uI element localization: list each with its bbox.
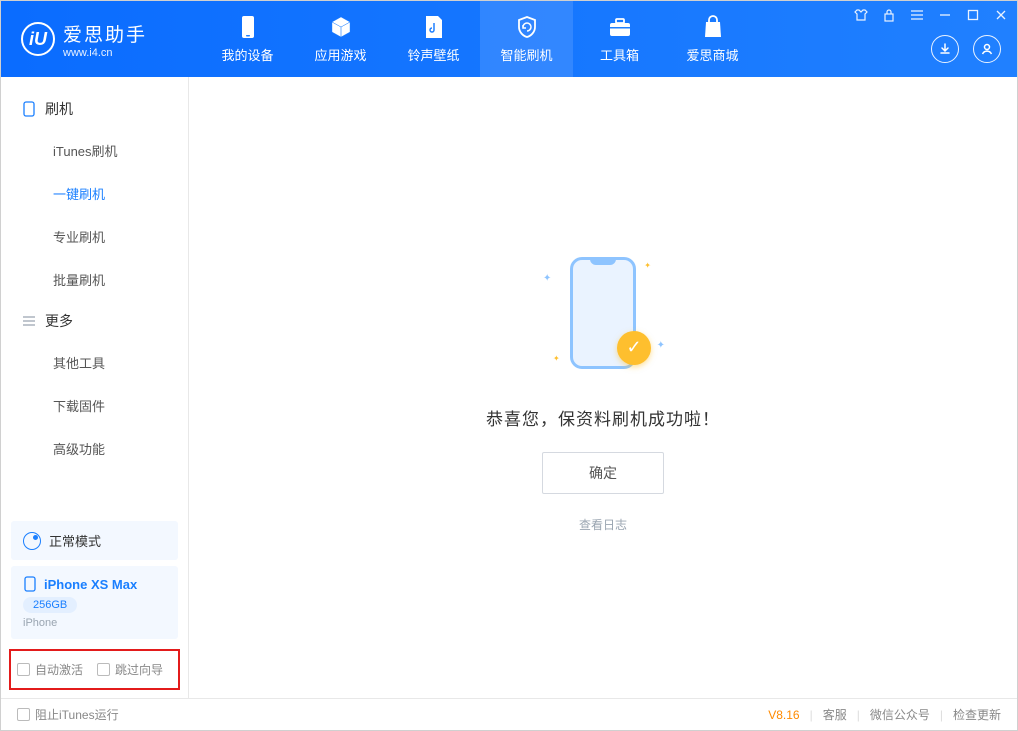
sparkle-icon: ✦: [543, 273, 551, 284]
normal-mode-icon: [23, 532, 41, 550]
tab-label: 工具箱: [600, 45, 639, 64]
tab-apps-games[interactable]: 应用游戏: [294, 1, 387, 77]
device-name-row: iPhone XS Max: [23, 576, 166, 592]
footer-right: V8.16 | 客服 | 微信公众号 | 检查更新: [768, 706, 1001, 723]
sparkle-icon: ✦: [644, 261, 651, 270]
flash-options-row: 自动激活 跳过向导: [9, 649, 180, 690]
app-url: www.i4.cn: [63, 47, 147, 59]
phone-flash-icon: [21, 101, 37, 117]
minimize-icon[interactable]: [937, 7, 953, 23]
sidebar-item-advanced[interactable]: 高级功能: [1, 427, 188, 470]
tab-store[interactable]: 爱思商城: [666, 1, 759, 77]
sidebar-list: 刷机 iTunes刷机 一键刷机 专业刷机 批量刷机 更多 其他工具 下载固件 …: [1, 77, 188, 521]
cube-icon: [329, 15, 353, 39]
tab-ringtone-wallpaper[interactable]: 铃声壁纸: [387, 1, 480, 77]
main-content: ✦ ✦ ✦ ✦ ✓ 恭喜您，保资料刷机成功啦！ 确定 查看日志: [189, 77, 1017, 698]
success-message: 恭喜您，保资料刷机成功啦！: [486, 405, 720, 430]
check-update-link[interactable]: 检查更新: [953, 706, 1001, 723]
checkbox-icon: [17, 708, 30, 721]
device-storage-badge: 256GB: [23, 597, 77, 613]
device-icon: [236, 15, 260, 39]
version-label: V8.16: [768, 708, 799, 722]
divider: |: [857, 708, 860, 722]
logo-area: iU 爱思助手 www.i4.cn: [1, 20, 201, 59]
tab-smart-flash[interactable]: 智能刷机: [480, 1, 573, 77]
nav-tabs: 我的设备 应用游戏 铃声壁纸 智能刷机 工具箱 爱思商城: [201, 1, 759, 77]
shopping-bag-icon: [701, 15, 725, 39]
checkmark-badge-icon: ✓: [617, 331, 651, 365]
shield-refresh-icon: [515, 15, 539, 39]
ok-button[interactable]: 确定: [542, 452, 664, 494]
header-right-icons: [931, 35, 1001, 63]
sidebar-item-onekey-flash[interactable]: 一键刷机: [1, 172, 188, 215]
support-link[interactable]: 客服: [823, 706, 847, 723]
device-type: iPhone: [23, 617, 166, 629]
group-title: 刷机: [45, 99, 73, 119]
device-mode-row[interactable]: 正常模式: [11, 521, 178, 560]
app-header: iU 爱思助手 www.i4.cn 我的设备 应用游戏 铃声壁纸 智能刷机 工具…: [1, 1, 1017, 77]
sidebar-item-download-firmware[interactable]: 下载固件: [1, 384, 188, 427]
body-area: 刷机 iTunes刷机 一键刷机 专业刷机 批量刷机 更多 其他工具 下载固件 …: [1, 77, 1017, 698]
user-icon[interactable]: [973, 35, 1001, 63]
device-row[interactable]: iPhone XS Max 256GB iPhone: [11, 566, 178, 639]
group-title: 更多: [45, 311, 73, 331]
checkbox-block-itunes[interactable]: 阻止iTunes运行: [17, 706, 119, 723]
checkbox-label: 跳过向导: [115, 661, 163, 678]
view-log-link[interactable]: 查看日志: [579, 516, 627, 533]
toolbox-icon: [608, 15, 632, 39]
divider: |: [810, 708, 813, 722]
menu-icon[interactable]: [909, 7, 925, 23]
tab-my-device[interactable]: 我的设备: [201, 1, 294, 77]
device-name: iPhone XS Max: [44, 577, 137, 592]
tab-label: 爱思商城: [686, 45, 738, 64]
wechat-link[interactable]: 微信公众号: [870, 706, 930, 723]
sidebar-group-flash: 刷机: [1, 89, 188, 129]
sparkle-icon: ✦: [553, 354, 560, 363]
footer: 阻止iTunes运行 V8.16 | 客服 | 微信公众号 | 检查更新: [1, 698, 1017, 730]
sidebar-item-pro-flash[interactable]: 专业刷机: [1, 215, 188, 258]
checkbox-icon: [17, 663, 30, 676]
checkbox-label: 阻止iTunes运行: [35, 706, 119, 723]
tab-label: 铃声壁纸: [407, 45, 459, 64]
checkbox-auto-activate[interactable]: 自动激活: [17, 661, 83, 678]
sparkle-icon: ✦: [657, 340, 665, 351]
sidebar: 刷机 iTunes刷机 一键刷机 专业刷机 批量刷机 更多 其他工具 下载固件 …: [1, 77, 189, 698]
tab-label: 智能刷机: [500, 45, 552, 64]
footer-left: 阻止iTunes运行: [17, 706, 119, 723]
device-mode-label: 正常模式: [49, 531, 101, 550]
checkbox-label: 自动激活: [35, 661, 83, 678]
window-controls: [853, 7, 1009, 23]
phone-icon: [23, 576, 37, 592]
sidebar-item-other-tools[interactable]: 其他工具: [1, 341, 188, 384]
logo-text: 爱思助手 www.i4.cn: [63, 20, 147, 59]
close-icon[interactable]: [993, 7, 1009, 23]
shirt-icon[interactable]: [853, 7, 869, 23]
sidebar-item-batch-flash[interactable]: 批量刷机: [1, 258, 188, 301]
more-icon: [21, 313, 37, 329]
checkbox-skip-guide[interactable]: 跳过向导: [97, 661, 163, 678]
tab-label: 应用游戏: [314, 45, 366, 64]
tab-toolbox[interactable]: 工具箱: [573, 1, 666, 77]
tab-label: 我的设备: [221, 45, 273, 64]
sidebar-item-itunes-flash[interactable]: iTunes刷机: [1, 129, 188, 172]
checkbox-icon: [97, 663, 110, 676]
music-file-icon: [422, 15, 446, 39]
download-icon[interactable]: [931, 35, 959, 63]
app-logo-icon: iU: [21, 22, 55, 56]
divider: |: [940, 708, 943, 722]
sidebar-group-more: 更多: [1, 301, 188, 341]
device-panel: 正常模式 iPhone XS Max 256GB iPhone: [11, 521, 178, 639]
maximize-icon[interactable]: [965, 7, 981, 23]
lock-icon[interactable]: [881, 7, 897, 23]
success-illustration: ✦ ✦ ✦ ✦ ✓: [513, 243, 693, 383]
app-name: 爱思助手: [63, 20, 147, 47]
